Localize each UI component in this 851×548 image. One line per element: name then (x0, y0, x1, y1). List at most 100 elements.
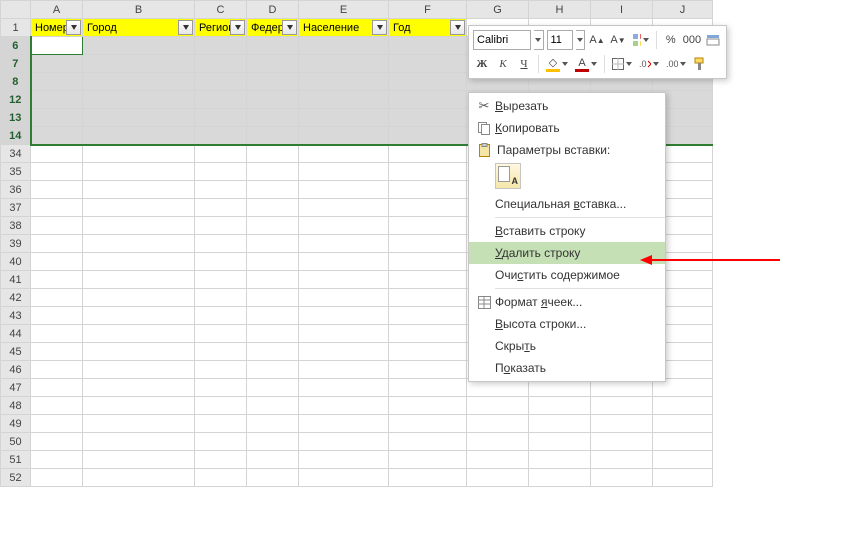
cell[interactable] (247, 397, 299, 415)
cell[interactable] (299, 73, 389, 91)
cell[interactable] (195, 163, 247, 181)
row[interactable]: 48 (1, 397, 713, 415)
cell[interactable] (247, 37, 299, 55)
cell[interactable] (591, 451, 653, 469)
cell[interactable] (83, 127, 195, 145)
cell[interactable] (299, 451, 389, 469)
cell[interactable] (31, 469, 83, 487)
cell[interactable] (195, 397, 247, 415)
col-header-E[interactable]: E (299, 1, 389, 19)
cell[interactable] (195, 253, 247, 271)
cell[interactable] (299, 271, 389, 289)
cell[interactable] (299, 415, 389, 433)
borders-button[interactable] (610, 54, 634, 74)
cell[interactable] (195, 343, 247, 361)
cell[interactable] (195, 379, 247, 397)
cell[interactable] (299, 181, 389, 199)
cell[interactable] (83, 415, 195, 433)
col-header-D[interactable]: D (247, 1, 299, 19)
cell[interactable] (299, 343, 389, 361)
cell[interactable] (389, 37, 467, 55)
cell[interactable] (299, 397, 389, 415)
cell[interactable] (195, 361, 247, 379)
menu-show[interactable]: Показать (469, 357, 665, 379)
row-header[interactable]: 42 (1, 289, 31, 307)
cell[interactable] (591, 397, 653, 415)
format-painter-button[interactable] (691, 54, 709, 74)
cell[interactable] (299, 361, 389, 379)
cell[interactable] (31, 73, 83, 91)
cell[interactable] (247, 289, 299, 307)
cell[interactable] (247, 127, 299, 145)
cell[interactable] (299, 289, 389, 307)
row-header[interactable]: 48 (1, 397, 31, 415)
cell[interactable] (83, 289, 195, 307)
cell[interactable] (195, 433, 247, 451)
row[interactable]: 50 (1, 433, 713, 451)
cell[interactable] (195, 235, 247, 253)
cell[interactable] (389, 145, 467, 163)
row-header[interactable]: 41 (1, 271, 31, 289)
row-header[interactable]: 43 (1, 307, 31, 325)
menu-delete-row[interactable]: Удалить строку (469, 242, 665, 264)
cell[interactable] (299, 127, 389, 145)
grow-font-button[interactable]: A▲ (588, 30, 606, 50)
bold-button[interactable]: Ж (473, 54, 491, 74)
cell[interactable] (31, 253, 83, 271)
cell[interactable] (247, 145, 299, 163)
cell[interactable] (195, 73, 247, 91)
cell[interactable] (31, 109, 83, 127)
title-cell-number[interactable]: Номер (31, 19, 83, 37)
cell[interactable] (653, 415, 713, 433)
row-header[interactable]: 34 (1, 145, 31, 163)
col-header-G[interactable]: G (467, 1, 529, 19)
cell[interactable] (653, 433, 713, 451)
cell[interactable] (389, 199, 467, 217)
cell[interactable] (83, 253, 195, 271)
row-header[interactable]: 13 (1, 109, 31, 127)
cell[interactable] (195, 217, 247, 235)
menu-paste-special[interactable]: Специальная вставка... (469, 193, 665, 215)
cell[interactable] (31, 271, 83, 289)
cell[interactable] (389, 307, 467, 325)
cell[interactable] (389, 163, 467, 181)
cell[interactable] (83, 37, 195, 55)
cell[interactable] (195, 451, 247, 469)
menu-clear-contents[interactable]: Очистить содержимое (469, 264, 665, 286)
cell[interactable] (83, 343, 195, 361)
cell[interactable] (389, 379, 467, 397)
cell[interactable] (195, 145, 247, 163)
cell[interactable] (389, 397, 467, 415)
row-header[interactable]: 39 (1, 235, 31, 253)
row-header[interactable]: 8 (1, 73, 31, 91)
cell[interactable] (31, 235, 83, 253)
cell[interactable] (247, 91, 299, 109)
cell[interactable] (195, 271, 247, 289)
row-header-1[interactable]: 1 (1, 19, 31, 37)
row-header[interactable]: 44 (1, 325, 31, 343)
col-header-A[interactable]: A (31, 1, 83, 19)
cell[interactable] (31, 361, 83, 379)
cell[interactable] (31, 325, 83, 343)
cell[interactable] (299, 253, 389, 271)
row-header[interactable]: 50 (1, 433, 31, 451)
cell[interactable] (31, 145, 83, 163)
cell[interactable] (195, 469, 247, 487)
cell[interactable] (83, 271, 195, 289)
cell[interactable] (467, 415, 529, 433)
font-name-dropdown[interactable] (534, 30, 544, 50)
cell[interactable] (467, 469, 529, 487)
cell[interactable] (31, 127, 83, 145)
cell[interactable] (195, 415, 247, 433)
filter-button[interactable] (372, 20, 387, 35)
cell[interactable] (389, 271, 467, 289)
menu-hide[interactable]: Скрыть (469, 335, 665, 357)
cell[interactable] (247, 325, 299, 343)
cell[interactable] (389, 343, 467, 361)
cell[interactable] (467, 433, 529, 451)
cell[interactable] (467, 397, 529, 415)
cell[interactable] (299, 235, 389, 253)
cell[interactable] (31, 397, 83, 415)
row[interactable]: 49 (1, 415, 713, 433)
cell[interactable] (83, 55, 195, 73)
